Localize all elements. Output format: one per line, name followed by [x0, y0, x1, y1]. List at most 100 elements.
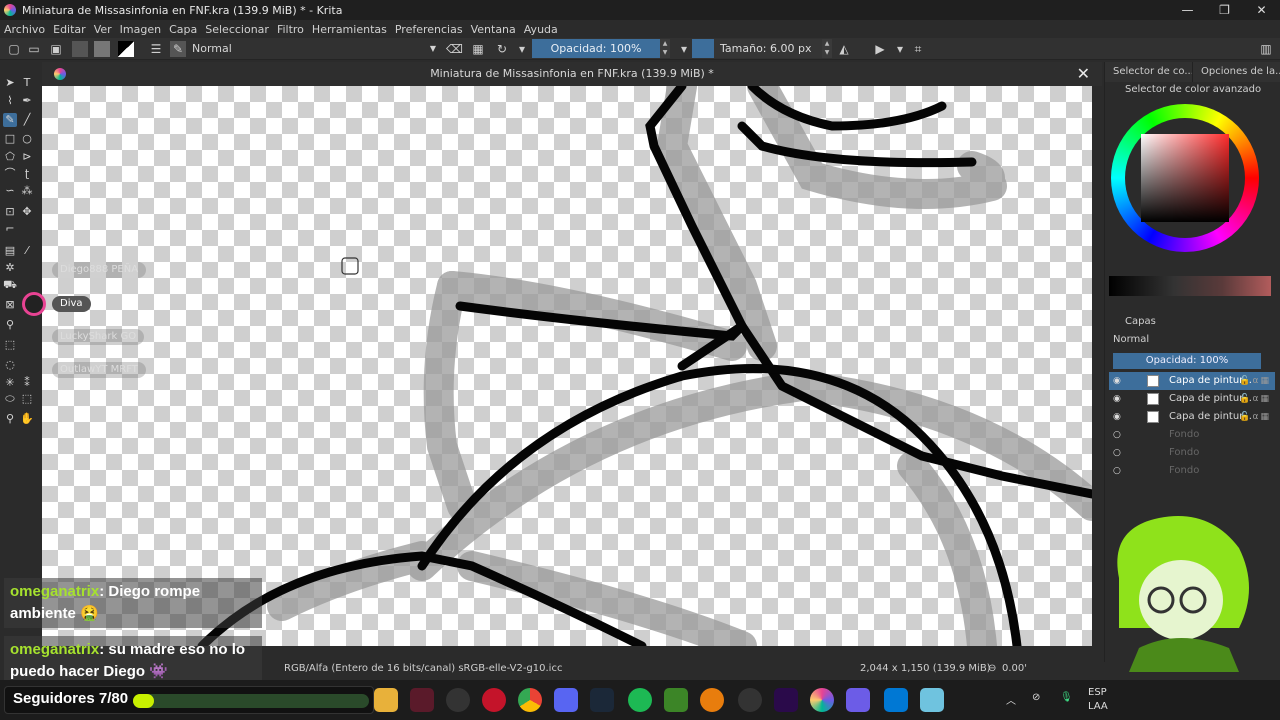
move-tool-icon[interactable]: ✥: [20, 205, 34, 219]
document-tab[interactable]: Miniatura de Missasinfonia en FNF.kra (1…: [42, 62, 1102, 86]
pattern-swatch[interactable]: [94, 41, 110, 57]
reference-tool-icon[interactable]: ⚲: [3, 318, 17, 332]
color-wheel[interactable]: [1111, 104, 1259, 252]
menu-ver[interactable]: Ver: [94, 23, 112, 36]
layer-row[interactable]: ○ Fondo: [1109, 444, 1275, 462]
minecraft-icon[interactable]: [664, 688, 688, 712]
store-icon[interactable]: [884, 688, 908, 712]
visibility-eye-icon[interactable]: ◉: [1113, 390, 1121, 408]
zoom-tool-icon[interactable]: ⚲: [3, 412, 17, 426]
layers-opacity-slider[interactable]: Opacidad: 100%: [1113, 353, 1261, 369]
new-file-icon[interactable]: ▢: [6, 41, 22, 57]
save-icon[interactable]: ▣: [48, 41, 64, 57]
maximize-button[interactable]: ❐: [1206, 0, 1243, 20]
opacity-slider[interactable]: Opacidad: 100%: [532, 39, 660, 58]
magnetic-select-icon[interactable]: ⬚: [20, 392, 34, 406]
calligraphy-icon[interactable]: ✒: [20, 94, 34, 108]
steam-icon[interactable]: [590, 688, 614, 712]
reload-preset-icon[interactable]: ↻: [494, 41, 510, 57]
spotify-icon[interactable]: [628, 688, 652, 712]
smart-patch-icon[interactable]: ✲: [3, 261, 17, 275]
dropdown-icon[interactable]: ▾: [892, 41, 908, 57]
select-shapes-icon[interactable]: ➤: [3, 76, 17, 90]
menu-ayuda[interactable]: Ayuda: [524, 23, 558, 36]
layer-lock-icon[interactable]: 🔓α▦: [1239, 408, 1271, 426]
layer-row[interactable]: ◉ Capa de pintur... 🔓α▦: [1109, 372, 1275, 390]
visibility-off-icon[interactable]: ○: [1113, 444, 1121, 462]
open-file-icon[interactable]: ▭: [26, 41, 42, 57]
saturation-value-square[interactable]: [1141, 134, 1229, 222]
menu-editar[interactable]: Editar: [53, 23, 86, 36]
layer-row[interactable]: ○ Fondo: [1109, 462, 1275, 480]
brush-preset-icon[interactable]: ✎: [170, 41, 186, 57]
crop-tool-icon[interactable]: ⊡: [3, 205, 17, 219]
dropdown-icon[interactable]: ▾: [514, 41, 530, 57]
multibrush-icon[interactable]: ⁂: [20, 184, 34, 198]
menu-preferencias[interactable]: Preferencias: [395, 23, 463, 36]
visibility-off-icon[interactable]: ○: [1113, 426, 1121, 444]
layer-row[interactable]: ◉ Capa de pintur... 🔓α▦: [1109, 390, 1275, 408]
menu-ventana[interactable]: Ventana: [471, 23, 516, 36]
line-tool-icon[interactable]: ╱: [20, 113, 34, 127]
brush-settings-icon[interactable]: ☰: [148, 41, 164, 57]
tray-icon[interactable]: ⊘: [1032, 692, 1040, 703]
menu-seleccionar[interactable]: Seleccionar: [205, 23, 269, 36]
canvas[interactable]: [42, 86, 1092, 646]
minimize-button[interactable]: —: [1169, 0, 1206, 20]
obs-icon[interactable]: [738, 688, 762, 712]
close-window-button[interactable]: ✕: [1243, 0, 1280, 20]
layers-blend-mode-select[interactable]: Normal: [1113, 334, 1149, 345]
tab-color-selector[interactable]: Selector de co...: [1105, 62, 1193, 82]
polyline-tool-icon[interactable]: ⊳: [20, 150, 34, 164]
app-icon[interactable]: [446, 688, 470, 712]
layer-row[interactable]: ◉ Capa de pintur... 🔓α▦: [1109, 408, 1275, 426]
brush-size-slider[interactable]: Tamaño: 6.00 px: [692, 39, 822, 58]
discord-icon[interactable]: [554, 688, 578, 712]
menu-archivo[interactable]: Archivo: [4, 23, 45, 36]
docker-toggle-icon[interactable]: ▥: [1258, 41, 1274, 57]
bezier-select-icon[interactable]: ⬭: [3, 392, 17, 406]
visibility-eye-icon[interactable]: ◉: [1113, 372, 1121, 390]
fill-tool-icon[interactable]: ⛟: [3, 278, 17, 292]
app-icon[interactable]: [846, 688, 870, 712]
mirror-vertical-icon[interactable]: ▶: [872, 41, 888, 57]
alpha-lock-icon[interactable]: ▦: [470, 41, 486, 57]
menu-capa[interactable]: Capa: [169, 23, 197, 36]
keyboard-layout-label[interactable]: LAA: [1088, 701, 1108, 712]
tab-tool-options[interactable]: Opciones de la...: [1193, 62, 1280, 82]
layer-lock-icon[interactable]: 🔓α▦: [1239, 372, 1271, 390]
freehand-brush-icon[interactable]: ✎: [3, 113, 17, 127]
transform-tool-icon[interactable]: ⌐: [3, 222, 17, 236]
text-tool-icon[interactable]: T: [20, 76, 34, 90]
chrome-icon[interactable]: [518, 688, 542, 712]
menu-imagen[interactable]: Imagen: [120, 23, 161, 36]
eraser-icon[interactable]: ⌫: [446, 41, 463, 57]
menu-herramientas[interactable]: Herramientas: [312, 23, 387, 36]
color-shade-bar[interactable]: [1109, 276, 1271, 296]
gradient-swatch[interactable]: [72, 41, 88, 57]
polygon-tool-icon[interactable]: ⬠: [3, 150, 17, 164]
ellipse-tool-icon[interactable]: ○: [20, 132, 34, 146]
magic-wand-icon[interactable]: ✳: [3, 376, 17, 390]
krita-taskbar-icon[interactable]: [810, 688, 834, 712]
pan-tool-icon[interactable]: ✋: [20, 412, 34, 426]
assistant-tool-icon[interactable]: ⊠: [3, 298, 17, 312]
rectangle-tool-icon[interactable]: □: [3, 132, 17, 146]
freehand-path-icon[interactable]: ʈ: [20, 167, 34, 181]
bezier-tool-icon[interactable]: ⌒: [3, 167, 17, 181]
color-picker-icon[interactable]: ⁄: [20, 244, 34, 258]
visibility-off-icon[interactable]: ○: [1113, 462, 1121, 480]
language-label[interactable]: ESP: [1088, 687, 1107, 698]
tray-chevron-icon[interactable]: ︿: [1006, 692, 1016, 707]
microphone-icon[interactable]: 🎙: [1060, 692, 1073, 703]
opacity-spinbox[interactable]: ▲ ▼: [660, 39, 670, 58]
mirror-horizontal-icon[interactable]: ◭: [836, 41, 852, 57]
app-icon[interactable]: [920, 688, 944, 712]
close-document-icon[interactable]: ✕: [1077, 62, 1090, 86]
dynamic-brush-icon[interactable]: ∽: [3, 184, 17, 198]
menu-filtro[interactable]: Filtro: [277, 23, 304, 36]
visibility-eye-icon[interactable]: ◉: [1113, 408, 1121, 426]
similar-select-icon[interactable]: ⁑: [20, 376, 34, 390]
layer-row[interactable]: ○ Fondo: [1109, 426, 1275, 444]
file-explorer-icon[interactable]: [374, 688, 398, 712]
